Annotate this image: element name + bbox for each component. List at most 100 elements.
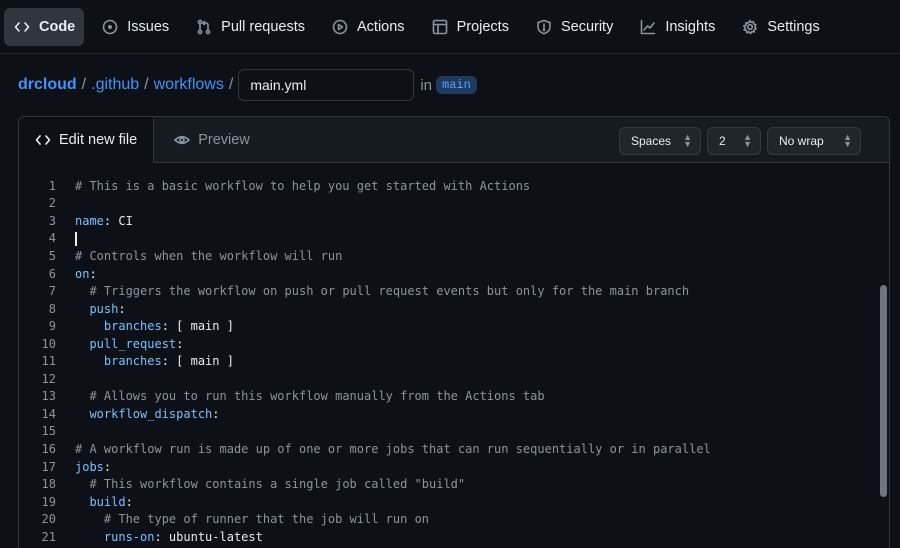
code-line[interactable]: 6 on: [19, 265, 889, 283]
line-number: 15 [41, 424, 56, 439]
code-line[interactable]: 20 # The type of runner that the job wil… [19, 510, 889, 528]
tab-pull-requests[interactable]: Pull requests [186, 8, 314, 46]
code-line[interactable]: 12 [19, 370, 889, 388]
tab-code[interactable]: Code [4, 7, 85, 46]
code-token: jobs [75, 459, 104, 474]
select-arrows-icon: ▲ ▼ [743, 132, 752, 149]
code-line[interactable]: 17 jobs: [19, 458, 889, 476]
code-text: # A workflow run is made up of one or mo… [56, 442, 711, 456]
code-token: : CI [103, 213, 133, 228]
code-icon [13, 18, 31, 36]
code-line[interactable]: 7 # Triggers the workflow on push or pul… [19, 282, 889, 300]
code-line[interactable]: 8 push: [19, 300, 889, 318]
code-text: # Controls when the workflow will run [56, 249, 342, 263]
code-token: # Controls when the workflow will run [75, 248, 343, 263]
indent-mode-select[interactable]: Spaces ▲ ▼ [619, 127, 701, 155]
tab-projects[interactable]: Projects [422, 8, 518, 46]
code-text: runs-on: ubuntu-latest [56, 530, 263, 544]
git-pull-request-icon [195, 18, 213, 36]
line-number: 21 [41, 529, 56, 544]
line-number: 4 [48, 231, 56, 246]
code-line[interactable]: 19 build: [19, 493, 889, 511]
code-token: # Allows you to run this workflow manual… [89, 389, 545, 404]
code-token: # This is a basic workflow to help you g… [75, 178, 531, 193]
line-number: 18 [41, 477, 56, 492]
tab-edit-new-file[interactable]: Edit new file [19, 117, 155, 163]
line-number: 9 [48, 319, 56, 334]
code-line[interactable]: 3 name: CI [19, 212, 889, 230]
breadcrumb-workflows-link[interactable]: workflows [154, 76, 224, 94]
code-token: : [212, 406, 220, 421]
code-token: # A workflow run is made up of one or mo… [75, 441, 711, 456]
breadcrumb-separator: / [81, 76, 87, 93]
code-text: pull_request: [56, 337, 183, 351]
code-area[interactable]: 1 # This is a basic workflow to help you … [19, 163, 889, 545]
code-line[interactable]: 4 [19, 230, 889, 248]
tab-settings[interactable]: Settings [732, 8, 828, 46]
line-number: 13 [41, 389, 56, 404]
line-number: 12 [41, 371, 56, 386]
line-number: 2 [48, 196, 56, 211]
code-token: # This workflow contains a single job ca… [89, 477, 466, 492]
code-token: branches [103, 354, 162, 369]
wrap-mode-select[interactable]: No wrap ▲ ▼ [767, 127, 861, 155]
indent-mode-value: Spaces [631, 134, 672, 148]
tab-issues-label: Issues [127, 18, 170, 35]
indent-size-select[interactable]: 2 ▲ ▼ [707, 127, 761, 155]
tab-security[interactable]: Security [526, 8, 622, 46]
tab-edit-label: Edit new file [59, 131, 138, 148]
tab-actions-label: Actions [357, 18, 405, 35]
tab-code-label: Code [39, 18, 76, 35]
breadcrumb-github-link[interactable]: .github [91, 76, 139, 94]
tab-preview-label: Preview [198, 131, 250, 148]
code-line[interactable]: 1 # This is a basic workflow to help you … [19, 177, 889, 195]
code-line[interactable]: 14 workflow_dispatch: [19, 405, 889, 423]
code-token: : [118, 301, 126, 316]
line-number: 5 [48, 248, 56, 263]
line-number: 7 [48, 284, 56, 299]
code-line[interactable]: 18 # This workflow contains a single job… [19, 475, 889, 493]
branch-badge: main [436, 76, 477, 94]
tab-actions[interactable]: Actions [322, 8, 414, 46]
code-token: push [89, 301, 119, 316]
tab-settings-label: Settings [767, 18, 820, 35]
tab-security-label: Security [560, 18, 614, 35]
code-line[interactable]: 2 [19, 195, 889, 213]
tab-issues[interactable]: Issues [92, 8, 178, 46]
code-token: : ubuntu-latest [154, 529, 263, 544]
code-token: : [176, 336, 184, 351]
code-line[interactable]: 10 pull_request: [19, 335, 889, 353]
code-line[interactable]: 21 runs-on: ubuntu-latest [19, 528, 889, 546]
code-line[interactable]: 16 # A workflow run is made up of one or … [19, 440, 889, 458]
code-line[interactable]: 13 # Allows you to run this workflow man… [19, 388, 889, 406]
breadcrumb: drcloud / .github / workflows / in main [18, 69, 477, 101]
filename-input[interactable] [238, 69, 415, 101]
code-text: branches: [ main ] [56, 354, 234, 368]
indent-size-value: 2 [719, 134, 726, 148]
shield-icon [535, 18, 553, 36]
editor-scrollbar[interactable] [880, 285, 887, 497]
code-text: # The type of runner that the job will r… [56, 512, 429, 526]
line-number: 6 [48, 266, 56, 281]
line-number: 8 [48, 301, 56, 316]
code-line[interactable]: 5 # Controls when the workflow will run [19, 247, 889, 265]
tab-projects-label: Projects [456, 18, 509, 35]
tab-pull-requests-label: Pull requests [221, 18, 305, 35]
code-line[interactable]: 11 branches: [ main ] [19, 352, 889, 370]
line-number: 16 [41, 441, 56, 456]
tab-insights[interactable]: Insights [630, 8, 724, 46]
code-line[interactable]: 15 [19, 423, 889, 441]
code-token: # The type of runner that the job will r… [103, 512, 430, 527]
code-token: name [75, 213, 104, 228]
breadcrumb-owner-link[interactable]: drcloud [18, 76, 77, 94]
text-cursor [75, 231, 77, 246]
tab-preview[interactable]: Preview [158, 117, 266, 162]
code-line[interactable]: 9 branches: [ main ] [19, 317, 889, 335]
line-number: 3 [48, 213, 56, 228]
